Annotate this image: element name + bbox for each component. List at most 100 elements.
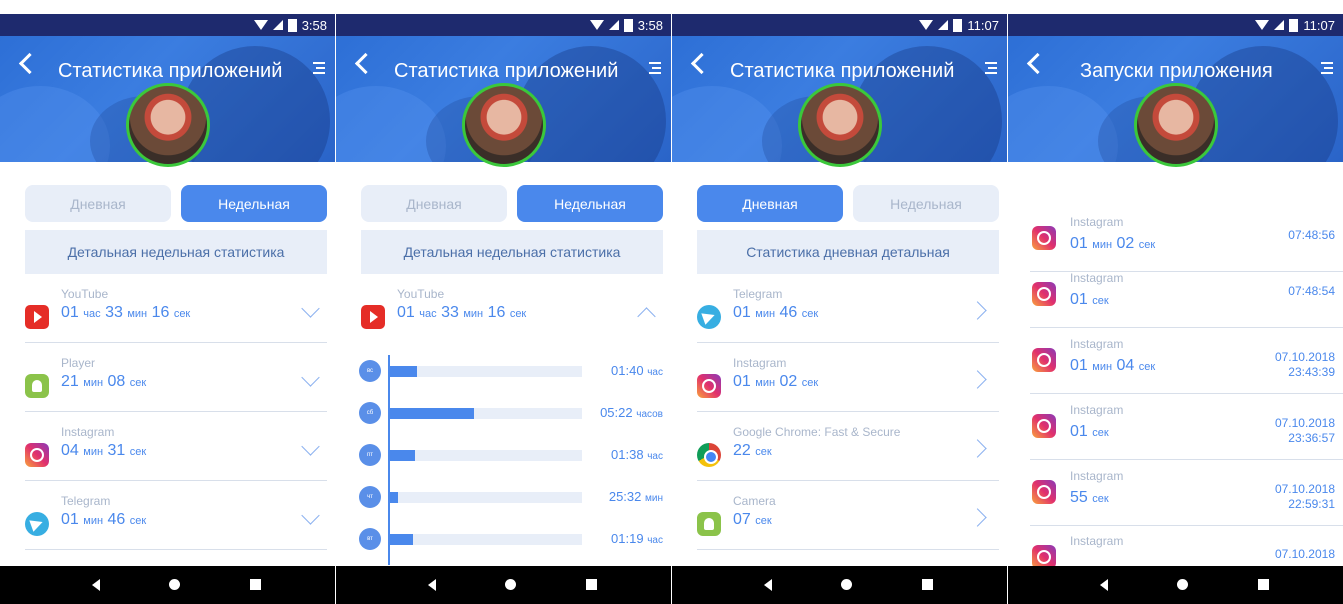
duration-unit: мин <box>83 446 104 458</box>
list-item[interactable]: Instagram 04 мин 31 сек <box>25 412 327 481</box>
nav-home-icon[interactable] <box>1177 579 1188 590</box>
tab-daily[interactable]: Дневная <box>697 185 843 222</box>
launch-timestamp: 07.10.2018 23:36:57 <box>1275 416 1335 446</box>
status-bar-top <box>336 0 671 14</box>
back-arrow-icon[interactable] <box>1026 52 1049 75</box>
usage-duration: 01 мин 46 сек <box>733 304 818 322</box>
back-arrow-icon[interactable] <box>18 52 41 75</box>
avatar <box>797 83 882 167</box>
duration-value: 21 <box>61 373 79 390</box>
nav-recents-icon[interactable] <box>586 579 597 590</box>
nav-home-icon[interactable] <box>841 579 852 590</box>
chevron-right-icon[interactable] <box>968 439 987 458</box>
launch-time: 22:59:31 <box>1288 497 1335 511</box>
detail-stats-button[interactable]: Детальная недельная статистика <box>361 230 663 274</box>
app-name: Instagram <box>733 356 787 370</box>
bar-fill <box>390 492 398 503</box>
usage-duration: 01 сек <box>1070 423 1109 441</box>
list-item[interactable]: Instagram 01 мин 04 сек 07.10.2018 23:43:… <box>1030 330 1343 394</box>
list-item[interactable]: Telegram 01 мин 46 сек <box>25 481 327 550</box>
tab-weekly[interactable]: Недельная <box>853 185 999 222</box>
usage-duration: 01 мин 46 сек <box>61 511 146 529</box>
detail-stats-button[interactable]: Детальная недельная статистика <box>25 230 327 274</box>
tab-daily[interactable]: Дневная <box>25 185 171 222</box>
app-name: Instagram <box>61 425 115 439</box>
nav-back-icon[interactable] <box>92 579 100 591</box>
back-arrow-icon[interactable] <box>354 52 377 75</box>
list-item[interactable]: YouTube 01 час 33 мин 16 сек <box>25 274 327 343</box>
menu-icon[interactable] <box>313 62 325 74</box>
wifi-icon <box>253 20 268 30</box>
detail-stats-button[interactable]: Статистика дневная детальная <box>697 230 999 274</box>
list-item[interactable]: Telegram 01 мин 46 сек <box>697 274 999 343</box>
list-item[interactable]: Instagram 01 мин 02 сек 07:48:56 <box>1030 208 1343 272</box>
youtube-icon <box>361 305 385 329</box>
usage-duration: 01 час 33 мин 16 сек <box>61 304 190 322</box>
chevron-right-icon[interactable] <box>968 508 987 527</box>
clock: 3:58 <box>301 17 327 33</box>
duration-unit: сек <box>173 308 191 320</box>
battery-icon <box>623 18 633 32</box>
tab-weekly[interactable]: Недельная <box>181 185 327 222</box>
duration-value: 04 <box>1116 357 1135 374</box>
menu-icon[interactable] <box>1321 62 1333 74</box>
tab-daily[interactable]: Дневная <box>361 185 507 222</box>
nav-recents-icon[interactable] <box>250 579 261 590</box>
bar-row: чт 25:32 мин <box>356 481 663 517</box>
list-item[interactable]: Camera 07 сек <box>697 481 999 550</box>
system-nav-bar <box>336 566 671 604</box>
duration-unit: сек <box>801 377 819 389</box>
list-item[interactable]: Instagram 55 сек 07.10.2018 22:59:31 <box>1030 462 1343 526</box>
chevron-down-icon[interactable] <box>301 506 320 525</box>
duration-value: 02 <box>1116 235 1135 252</box>
duration-value: 55 <box>1070 489 1088 506</box>
list-item[interactable]: YouTube 01 час 33 мин 16 сек <box>361 274 663 342</box>
duration-unit: сек <box>1092 493 1109 505</box>
chevron-down-icon[interactable] <box>301 368 320 387</box>
launch-timestamp: 07.10.2018 22:59:31 <box>1275 482 1335 512</box>
app-name: Camera <box>733 494 776 508</box>
chevron-right-icon[interactable] <box>968 370 987 389</box>
duration-value: 31 <box>107 442 126 459</box>
duration-value: 07 <box>733 511 751 528</box>
chevron-down-icon[interactable] <box>301 299 320 318</box>
tab-weekly[interactable]: Недельная <box>517 185 663 222</box>
app-name: Google Chrome: Fast & Secure <box>733 425 901 439</box>
weekday-badge: сб <box>359 402 381 424</box>
list-item[interactable]: Instagram 01 сек 07:48:54 <box>1030 264 1343 328</box>
nav-back-icon[interactable] <box>428 579 436 591</box>
nav-back-icon[interactable] <box>764 579 772 591</box>
nav-home-icon[interactable] <box>169 579 180 590</box>
duration-value: 01 <box>397 304 415 321</box>
list-item[interactable]: Player 21 мин 08 сек <box>25 343 327 412</box>
list-item[interactable]: Instagram 01 сек 07.10.2018 23:36:57 <box>1030 396 1343 460</box>
nav-recents-icon[interactable] <box>1258 579 1269 590</box>
menu-icon[interactable] <box>649 62 661 74</box>
app-name: Instagram <box>1070 403 1124 417</box>
bar-value-unit: час <box>647 535 663 546</box>
nav-back-icon[interactable] <box>1100 579 1108 591</box>
page-title: Статистика приложений <box>58 60 283 82</box>
bar-value-number: 25:32 <box>608 489 642 504</box>
chevron-down-icon[interactable] <box>301 437 320 456</box>
list-item[interactable]: Google Chrome: Fast & Secure 22 сек <box>697 412 999 481</box>
app-name: Telegram <box>733 287 783 301</box>
nav-recents-icon[interactable] <box>922 579 933 590</box>
clock: 11:07 <box>967 17 999 33</box>
instagram-icon <box>697 374 721 398</box>
back-arrow-icon[interactable] <box>690 52 713 75</box>
bar-fill <box>390 450 415 461</box>
chevron-up-icon[interactable] <box>637 307 656 326</box>
list-item[interactable]: Instagram 01 мин 02 сек <box>697 343 999 412</box>
usage-duration: 01 сек <box>1070 291 1109 309</box>
launch-date: 07.10.2018 <box>1274 547 1335 561</box>
menu-icon[interactable] <box>985 62 997 74</box>
instagram-icon <box>25 443 49 467</box>
nav-home-icon[interactable] <box>505 579 516 590</box>
duration-unit: час <box>83 308 101 320</box>
bar-track <box>390 492 582 503</box>
launch-date: 07.10.2018 <box>1274 350 1335 364</box>
chevron-right-icon[interactable] <box>968 301 987 320</box>
bar-value: 01:38 час <box>611 447 663 462</box>
instagram-icon <box>1032 282 1056 306</box>
